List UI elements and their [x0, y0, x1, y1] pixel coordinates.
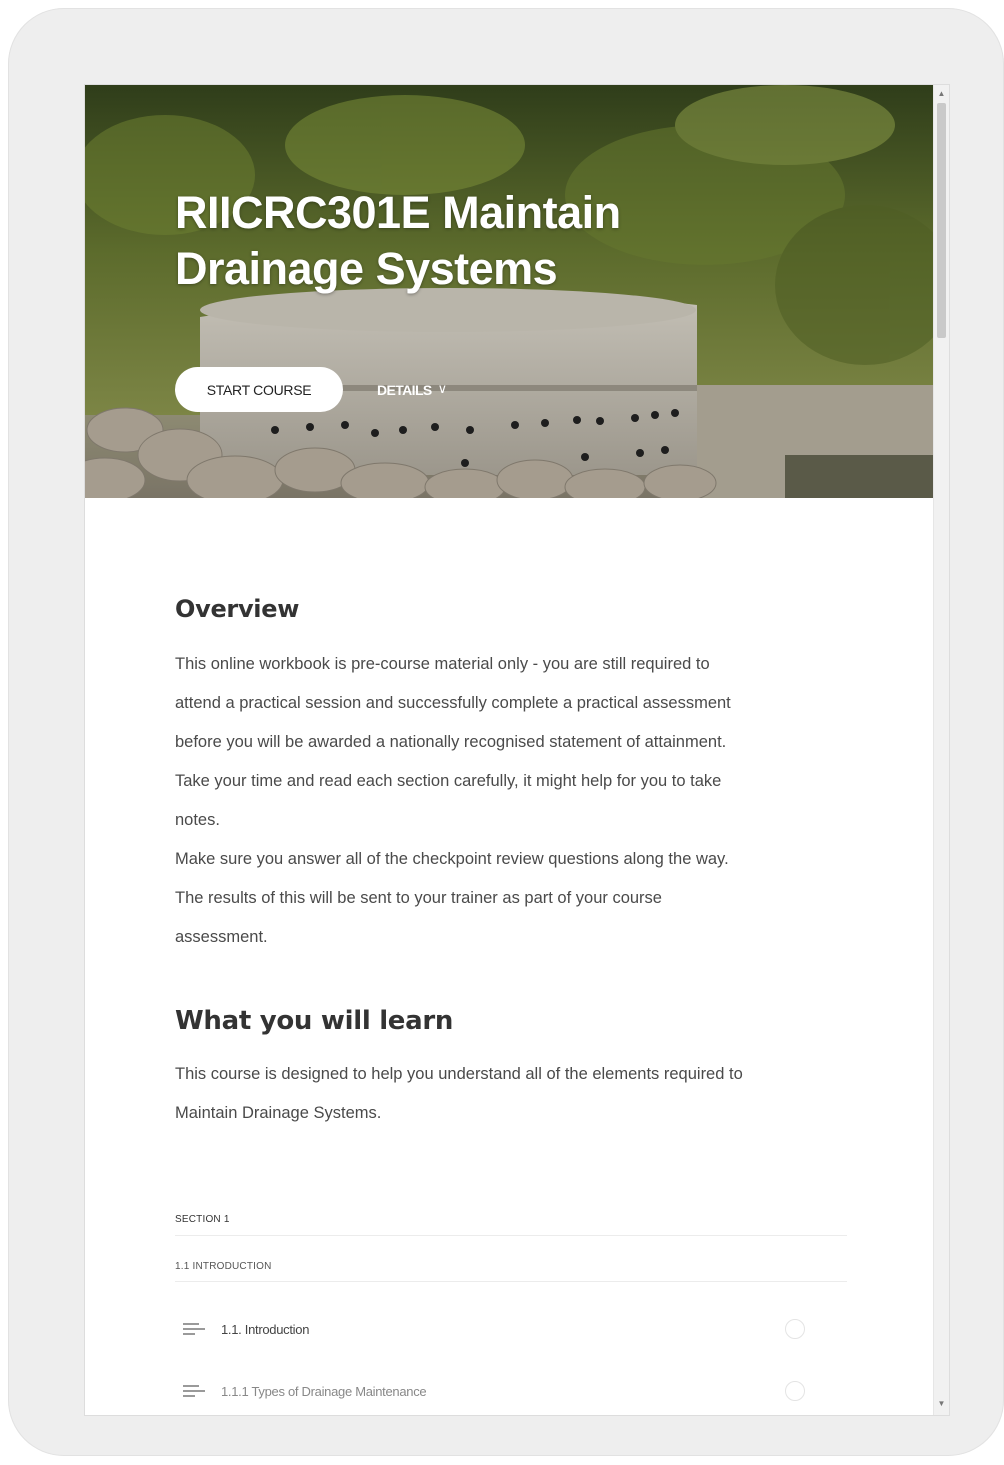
overview-line: attend a practical session and successfu… [175, 694, 731, 712]
lesson-progress-circle [785, 1381, 805, 1401]
overview-line: This online workbook is pre-course mater… [175, 655, 710, 673]
course-title-line2: Drainage Systems [175, 243, 558, 294]
text-lines-icon [183, 1321, 205, 1337]
scrollbar-thumb[interactable] [937, 103, 946, 338]
learn-line: Maintain Drainage Systems. [175, 1104, 382, 1122]
details-label: DETAILS [377, 382, 432, 398]
scroll-up-arrow-icon[interactable]: ▲ [934, 87, 949, 101]
lesson-title: 1.1. Introduction [221, 1321, 310, 1337]
course-title-line1: RIICRC301E Maintain [175, 187, 621, 238]
learn-line: This course is designed to help you unde… [175, 1065, 743, 1083]
course-title: RIICRC301E Maintain Drainage Systems [175, 185, 775, 297]
start-course-button[interactable]: START COURSE [175, 367, 343, 412]
lesson-progress-circle [785, 1319, 805, 1339]
overview-line: notes. [175, 811, 220, 829]
lesson-item[interactable]: 1.1.1 Types of Drainage Maintenance [175, 1371, 847, 1411]
text-lines-icon [183, 1383, 205, 1399]
scroll-down-arrow-icon[interactable]: ▼ [934, 1397, 949, 1411]
divider [175, 1281, 847, 1282]
subsection-label: 1.1 INTRODUCTION [175, 1261, 272, 1272]
overview-heading: Overview [175, 595, 300, 623]
overview-line: assessment. [175, 928, 268, 946]
details-toggle[interactable]: DETAILS ∨ [377, 379, 447, 401]
overview-line: before you will be awarded a nationally … [175, 733, 727, 751]
vertical-scrollbar[interactable]: ▲ ▼ [933, 85, 949, 1415]
course-page: RIICRC301E Maintain Drainage Systems STA… [85, 85, 949, 1415]
divider [175, 1235, 847, 1236]
overview-line: Make sure you answer all of the checkpoi… [175, 850, 729, 868]
learn-heading: What you will learn [175, 1006, 454, 1036]
section-label: SECTION 1 [175, 1214, 230, 1225]
course-hero-banner: RIICRC301E Maintain Drainage Systems STA… [85, 85, 933, 498]
learn-description: This course is designed to help you unde… [175, 1055, 855, 1133]
overview-description: This online workbook is pre-course mater… [175, 645, 855, 957]
tablet-frame: RIICRC301E Maintain Drainage Systems STA… [8, 8, 1004, 1456]
lesson-item[interactable]: 1.1. Introduction [175, 1309, 847, 1349]
chevron-down-icon: ∨ [437, 381, 448, 396]
overview-line: Take your time and read each section car… [175, 772, 722, 790]
overview-line: The results of this will be sent to your… [175, 889, 662, 907]
lesson-title: 1.1.1 Types of Drainage Maintenance [221, 1383, 427, 1399]
